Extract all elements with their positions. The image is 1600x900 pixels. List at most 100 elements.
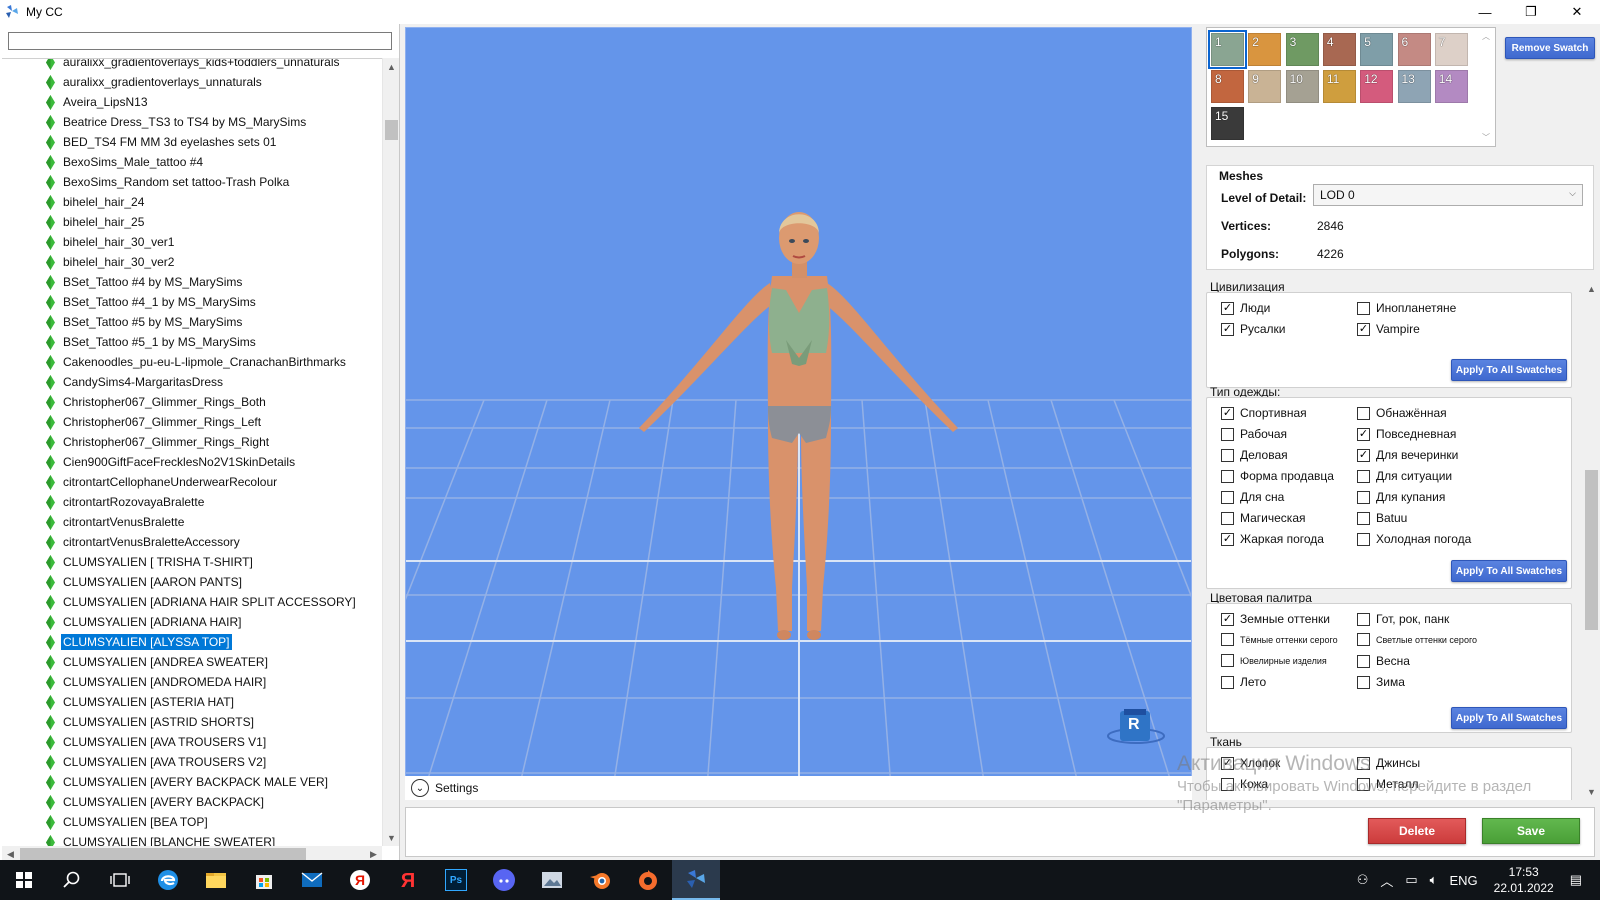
checkbox[interactable]: Кожа (1221, 777, 1268, 791)
close-button[interactable]: ✕ (1554, 0, 1600, 24)
scroll-thumb[interactable] (385, 120, 398, 140)
yandex-icon[interactable]: Я (384, 860, 432, 900)
checkbox[interactable]: Джинсы (1357, 756, 1420, 770)
checkbox[interactable]: Batuu (1357, 511, 1407, 525)
apply-to-all-swatches-button[interactable]: Apply To All Swatches (1451, 707, 1567, 729)
chevron-down-icon[interactable]: ⌄ (411, 779, 429, 797)
swatch[interactable]: 6 (1397, 33, 1431, 66)
list-item[interactable]: auralixx_gradientoverlays_unnaturals (2, 72, 382, 92)
scroll-up-icon[interactable]: ▲ (1583, 280, 1600, 297)
list-item[interactable]: CLUMSYALIEN [ASTERIA HAT] (2, 692, 382, 712)
scroll-down-icon[interactable]: ▼ (1583, 783, 1600, 800)
tree-vertical-scrollbar[interactable]: ▲ ▼ (382, 58, 399, 846)
list-item[interactable]: BSet_Tattoo #5_1 by MS_MarySims (2, 332, 382, 352)
lod-select[interactable]: LOD 0 ⌵ (1313, 184, 1583, 206)
viewport-settings-bar[interactable]: ⌄ Settings (405, 776, 1192, 800)
language-indicator[interactable]: ENG (1449, 873, 1477, 888)
list-item[interactable]: Christopher067_Glimmer_Rings_Both (2, 392, 382, 412)
search-icon[interactable] (48, 860, 96, 900)
3d-viewport[interactable]: R (405, 27, 1192, 800)
checkbox[interactable]: Холодная погода (1357, 532, 1471, 546)
swatch[interactable]: 9 (1248, 70, 1282, 103)
checkbox[interactable]: Ювелирные изделия (1221, 654, 1327, 667)
list-item[interactable]: CLUMSYALIEN [ADRIANA HAIR] (2, 612, 382, 632)
store-icon[interactable] (240, 860, 288, 900)
scroll-up-icon[interactable]: ︿ (1482, 31, 1490, 42)
swatch[interactable]: 15 (1211, 107, 1244, 140)
list-item[interactable]: Aveira_LipsN13 (2, 92, 382, 112)
checkbox[interactable]: ✓ Vampire (1357, 322, 1420, 336)
swatch[interactable]: 5 (1360, 33, 1394, 66)
delete-button[interactable]: Delete (1368, 818, 1466, 844)
clock[interactable]: 17:53 22.01.2022 (1494, 864, 1554, 896)
apply-to-all-swatches-button[interactable]: Apply To All Swatches (1451, 560, 1567, 582)
list-item[interactable]: BexoSims_Male_tattoo #4 (2, 152, 382, 172)
list-item[interactable]: Cakenoodles_pu-eu-L-lipmole_CranachanBir… (2, 352, 382, 372)
checkbox[interactable]: Для ситуации (1357, 469, 1452, 483)
edge-icon[interactable] (144, 860, 192, 900)
checkbox[interactable]: ✓ Спортивная (1221, 406, 1307, 420)
list-item[interactable]: CLUMSYALIEN [BEA TOP] (2, 812, 382, 832)
checkbox[interactable]: Для купания (1357, 490, 1445, 504)
swatch[interactable]: 10 (1285, 70, 1319, 103)
scroll-down-icon[interactable]: ▼ (383, 829, 400, 846)
checkbox[interactable]: Обнажённая (1357, 406, 1447, 420)
checkbox[interactable]: Весна (1357, 654, 1410, 668)
swatch[interactable]: 4 (1322, 33, 1356, 66)
list-item[interactable]: CLUMSYALIEN [AVA TROUSERS V2] (2, 752, 382, 772)
swatch[interactable]: 13 (1397, 70, 1431, 103)
checkbox[interactable]: ✓ Жаркая погода (1221, 532, 1324, 546)
list-item[interactable]: citrontartRozovayaBralette (2, 492, 382, 512)
task-view-icon[interactable] (96, 860, 144, 900)
swatch-scrollbar[interactable]: ︿ ﹀ (1478, 29, 1494, 145)
checkbox[interactable]: Зима (1357, 675, 1405, 689)
list-item[interactable]: BSet_Tattoo #4 by MS_MarySims (2, 272, 382, 292)
list-item[interactable]: CLUMSYALIEN [ASTRID SHORTS] (2, 712, 382, 732)
list-item[interactable]: BSet_Tattoo #4_1 by MS_MarySims (2, 292, 382, 312)
checkbox[interactable]: Светлые оттенки серого (1357, 633, 1477, 646)
list-item[interactable]: citrontartCellophaneUnderwearRecolour (2, 472, 382, 492)
list-item[interactable]: citrontartVenusBralette (2, 512, 382, 532)
list-item[interactable]: bihelel_hair_30_ver2 (2, 252, 382, 272)
swatch[interactable]: 14 (1434, 70, 1468, 103)
list-item[interactable]: CLUMSYALIEN [AVERY BACKPACK MALE VER] (2, 772, 382, 792)
discord-icon[interactable] (480, 860, 528, 900)
blender-icon[interactable] (576, 860, 624, 900)
list-item[interactable]: CLUMSYALIEN [BLANCHE SWEATER] (2, 832, 382, 846)
volume-icon[interactable]: 🔈︎ (1430, 872, 1438, 888)
scroll-up-icon[interactable]: ▲ (383, 58, 400, 75)
list-item[interactable]: bihelel_hair_25 (2, 212, 382, 232)
search-input[interactable] (8, 32, 392, 50)
checkbox[interactable]: ✓ Повседневная (1357, 427, 1456, 441)
checkbox[interactable]: Гот, рок, панк (1357, 612, 1449, 626)
checkbox[interactable]: Металл (1357, 777, 1418, 791)
swatch[interactable]: 7 (1434, 33, 1468, 66)
list-item[interactable]: CLUMSYALIEN [ALYSSA TOP] (2, 632, 382, 652)
list-item[interactable]: Christopher067_Glimmer_Rings_Left (2, 412, 382, 432)
swatch[interactable]: 2 (1248, 33, 1282, 66)
yandex-browser-icon[interactable]: Я (336, 860, 384, 900)
remove-swatch-button[interactable]: Remove Swatch (1505, 37, 1595, 59)
minimize-button[interactable]: — (1462, 0, 1508, 24)
list-item[interactable]: CLUMSYALIEN [ADRIANA HAIR SPLIT ACCESSOR… (2, 592, 382, 612)
checkbox[interactable]: Инопланетяне (1357, 301, 1456, 315)
checkbox[interactable]: Тёмные оттенки серого (1221, 633, 1338, 646)
image-viewer-icon[interactable] (528, 860, 576, 900)
checkbox[interactable]: Форма продавца (1221, 469, 1334, 483)
swatch[interactable]: 3 (1285, 33, 1319, 66)
checkbox[interactable]: Деловая (1221, 448, 1288, 462)
network-icon[interactable]: ▭ (1405, 872, 1417, 888)
checkbox[interactable]: Рабочая (1221, 427, 1287, 441)
list-item[interactable]: CLUMSYALIEN [ TRISHA T-SHIRT] (2, 552, 382, 572)
cc-tree[interactable]: auralixx_gradientoverlays_kids+toddlers_… (2, 58, 382, 846)
checkbox[interactable]: ✓ Для вечеринки (1357, 448, 1458, 462)
save-button[interactable]: Save (1482, 818, 1580, 844)
list-item[interactable]: Beatrice Dress_TS3 to TS4 by MS_MarySims (2, 112, 382, 132)
list-item[interactable]: BexoSims_Random set tattoo-Trash Polka (2, 172, 382, 192)
chevron-up-icon[interactable]: ︿ (1380, 871, 1393, 890)
checkbox[interactable]: Лето (1221, 675, 1266, 689)
list-item[interactable]: Cien900GiftFaceFrecklesNo2V1SkinDetails (2, 452, 382, 472)
list-item[interactable]: CLUMSYALIEN [AARON PANTS] (2, 572, 382, 592)
swatch[interactable]: 11 (1322, 70, 1356, 103)
checkbox[interactable]: Магическая (1221, 511, 1306, 525)
